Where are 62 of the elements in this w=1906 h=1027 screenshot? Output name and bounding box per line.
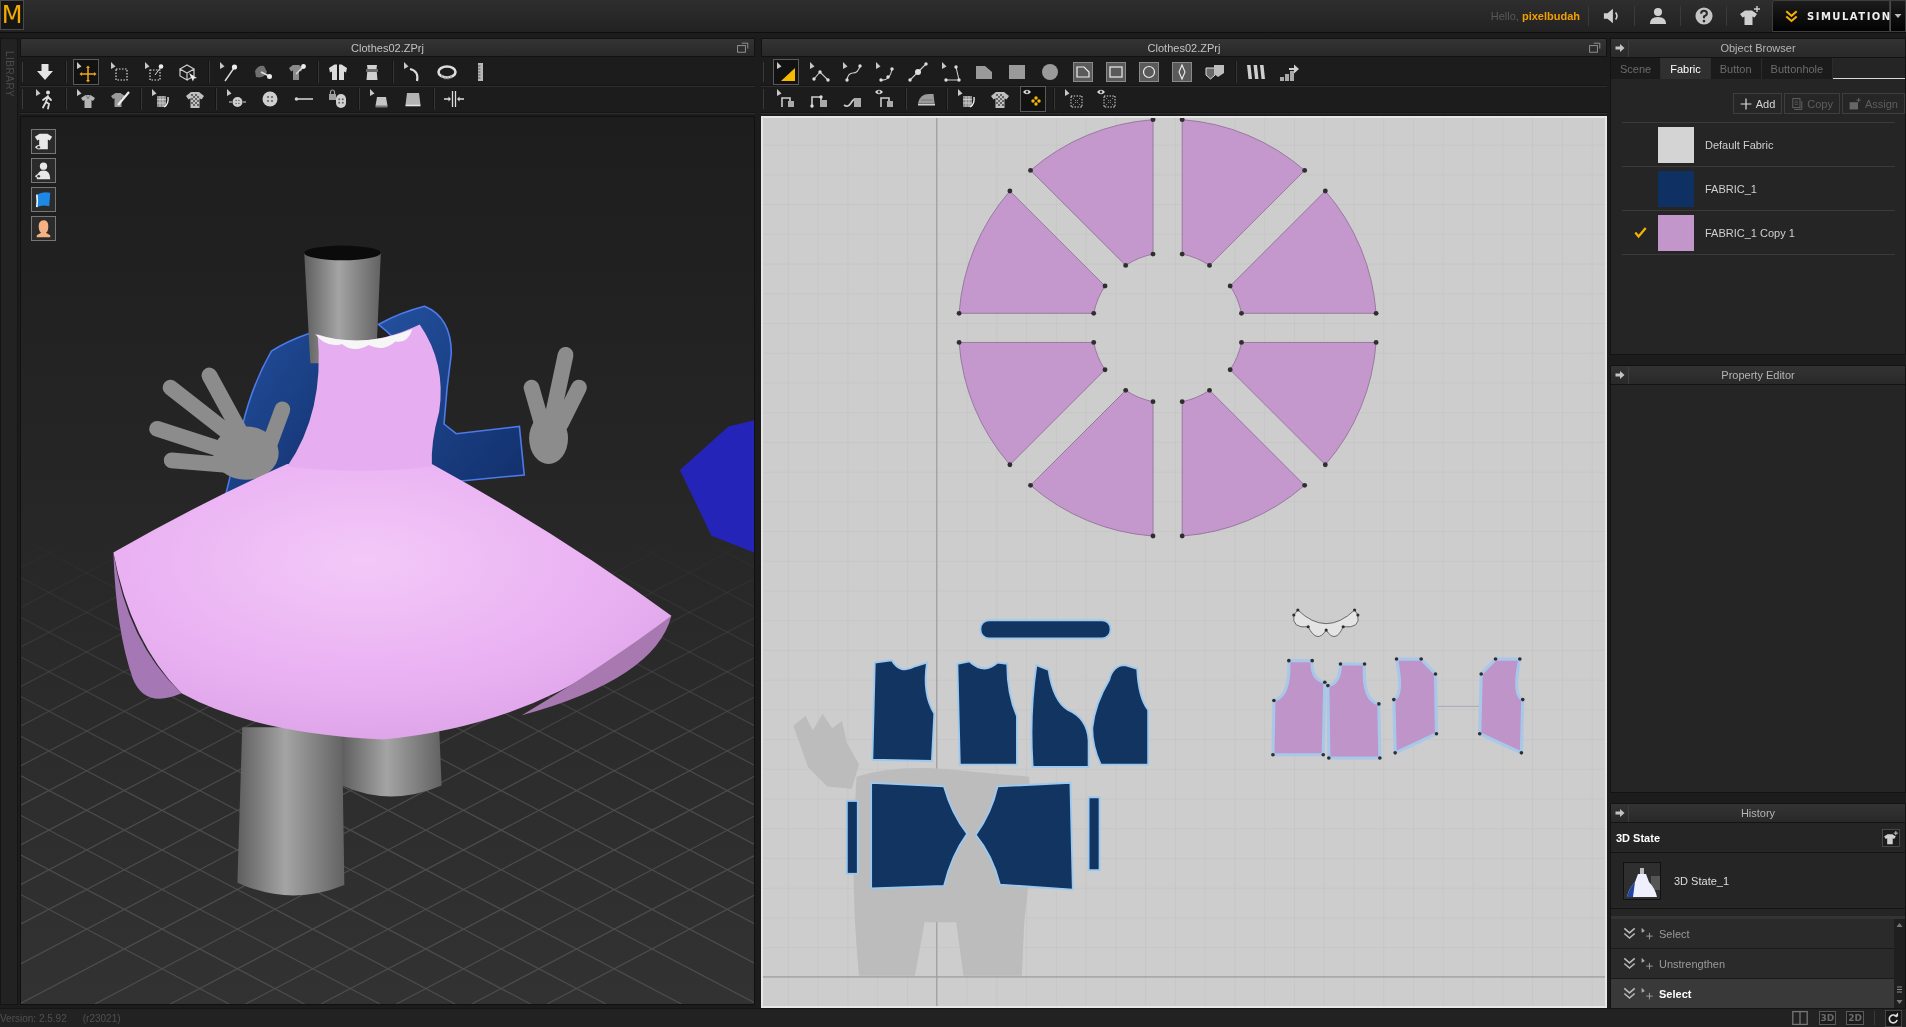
avatar-view-icon[interactable] (31, 158, 56, 183)
history-item[interactable]: Select (1611, 919, 1894, 949)
maximize-icon[interactable] (1589, 41, 1601, 54)
polygon-outline-icon[interactable] (1070, 59, 1096, 85)
split-view-icon[interactable] (1790, 1010, 1809, 1026)
tab[interactable]: Scene (1611, 58, 1662, 79)
dart-icon[interactable] (1169, 59, 1195, 85)
collar-piece (1292, 608, 1360, 637)
section-heading: 3D State (1616, 831, 1661, 844)
right-arrow-icon[interactable] (1614, 370, 1625, 380)
right-arrow-icon[interactable] (1614, 808, 1625, 818)
fabric-item[interactable]: Default Fabric (1622, 123, 1895, 167)
double-chevron-icon (1623, 987, 1636, 1000)
panel-title: Clothes02.ZPrj (1146, 41, 1222, 54)
cursor-plus-icon (1641, 987, 1654, 1000)
cursor-plus-icon (1641, 927, 1654, 940)
panel-title: Property Editor (1720, 369, 1796, 381)
view-button[interactable]: 2D (1846, 1011, 1864, 1025)
panel-title: Clothes02.ZPrj (350, 41, 425, 54)
pattern-canvas[interactable] (761, 116, 1607, 1008)
double-chevron-icon (1623, 957, 1636, 970)
eye-dots-icon[interactable] (1020, 86, 1046, 112)
fabric-item[interactable]: FABRIC_1 (1622, 167, 1895, 211)
view-button[interactable]: 3D (1818, 1011, 1837, 1025)
rectangle-outline-icon[interactable] (1103, 59, 1129, 85)
right-arrow-icon[interactable] (1614, 43, 1625, 53)
assign-icon (1848, 97, 1861, 110)
fabric-sheet-icon[interactable] (31, 187, 56, 212)
shirt-view-icon[interactable] (31, 129, 56, 154)
state-thumbnail[interactable] (1623, 861, 1661, 900)
double-chevron-icon (1623, 927, 1636, 940)
circle-outline-icon[interactable] (1136, 59, 1162, 85)
fabric-item[interactable]: FABRIC_1 Copy 1 (1622, 211, 1895, 255)
help-icon[interactable] (1694, 7, 1713, 25)
scene-viewport[interactable] (20, 116, 755, 1005)
maximize-icon[interactable] (737, 41, 749, 54)
speaker-icon[interactable] (1602, 7, 1621, 25)
history-item[interactable]: Unstrengthen (1611, 949, 1894, 979)
double-chevron-icon (1785, 9, 1798, 23)
tab[interactable]: Buttonhole (1761, 58, 1834, 79)
history-item[interactable]: Select (1611, 979, 1894, 1009)
move-cross-icon[interactable] (73, 59, 99, 85)
user-icon[interactable] (1648, 7, 1667, 25)
panel-title: History (1739, 807, 1777, 819)
simulation-button[interactable]: SIMULATION (1772, 0, 1890, 32)
refresh-icon[interactable] (1885, 1009, 1902, 1027)
panel-title: Object Browser (1719, 42, 1797, 54)
copy-icon (1791, 97, 1804, 110)
scrollbar[interactable] (1894, 919, 1905, 1009)
tab[interactable]: Button (1710, 58, 1762, 79)
head-icon[interactable] (31, 216, 56, 241)
tab[interactable]: Fabric (1661, 58, 1711, 79)
shirt-plus-icon[interactable] (1882, 828, 1900, 847)
app-logo: M (0, 0, 24, 30)
shirt-plus-icon[interactable] (1739, 6, 1760, 26)
add-button[interactable]: Add (1732, 93, 1783, 114)
state-name[interactable]: 3D State_1 (1674, 874, 1730, 887)
midpoint-line-icon[interactable] (905, 59, 931, 85)
cursor-plus-icon (1641, 957, 1654, 970)
plus-icon (1739, 97, 1752, 110)
dropdown-button[interactable] (1890, 0, 1906, 32)
triangle-select-icon[interactable] (773, 59, 799, 85)
